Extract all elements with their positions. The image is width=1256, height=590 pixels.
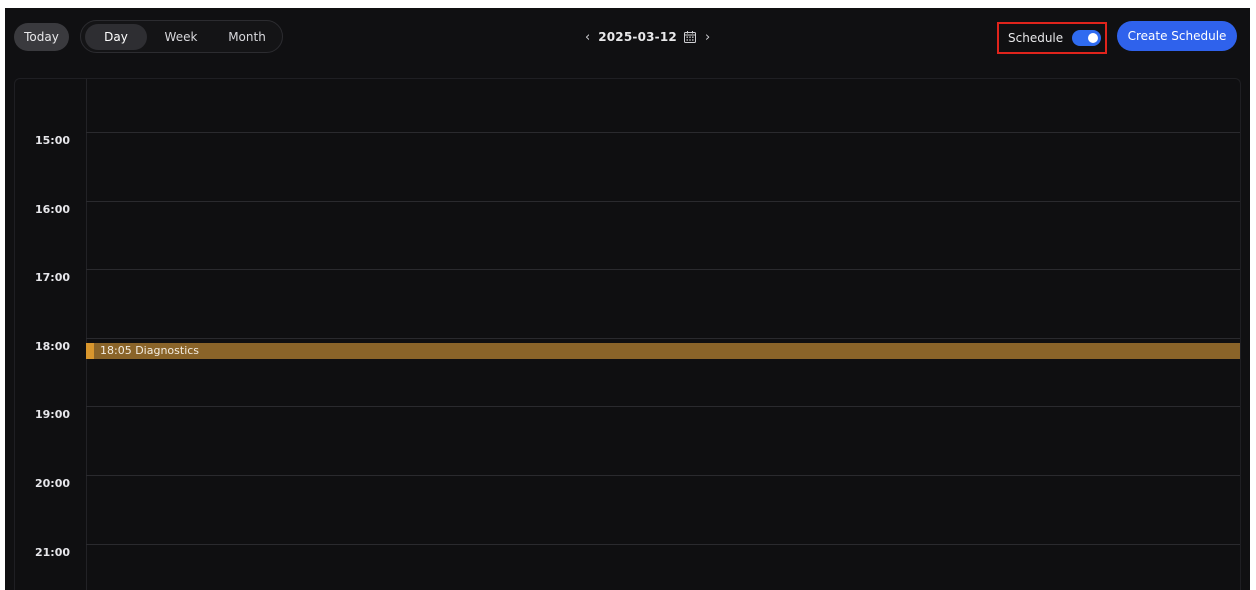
hour-line xyxy=(86,406,1240,407)
create-schedule-button[interactable]: Create Schedule xyxy=(1117,21,1237,51)
schedule-toggle-group: Schedule xyxy=(997,22,1107,54)
hour-label: 17:00 xyxy=(35,271,71,284)
hour-label: 20:00 xyxy=(35,477,71,490)
calendar-icon[interactable] xyxy=(683,30,697,44)
hour-row: 16:00 xyxy=(15,201,1240,216)
hour-label: 19:00 xyxy=(35,408,71,421)
hour-row: 21:00 xyxy=(15,544,1240,559)
hour-line xyxy=(86,544,1240,545)
hour-row: 15:00 xyxy=(15,132,1240,147)
schedule-toggle-label: Schedule xyxy=(1008,31,1064,45)
date-navigator: ‹ 2025-03-12 › xyxy=(583,26,712,48)
day-grid[interactable]: 15:00 16:00 17:00 18:00 19:00 20:00 21:0… xyxy=(14,78,1241,590)
calendar-app: Today Day Week Month ‹ 2025-03-12 › Sche… xyxy=(5,8,1250,590)
event-diagnostics[interactable]: 18:05 Diagnostics xyxy=(86,343,1240,359)
hour-line xyxy=(86,201,1240,202)
hour-row: 20:00 xyxy=(15,475,1240,490)
hour-line xyxy=(86,338,1240,339)
current-date: 2025-03-12 xyxy=(598,30,677,44)
hour-row: 19:00 xyxy=(15,406,1240,421)
hour-line xyxy=(86,269,1240,270)
schedule-toggle[interactable] xyxy=(1072,30,1102,46)
hour-label: 16:00 xyxy=(35,203,71,216)
chevron-right-icon[interactable]: › xyxy=(703,30,712,45)
tab-month[interactable]: Month xyxy=(217,24,277,50)
today-button[interactable]: Today xyxy=(14,23,69,51)
time-gutter-divider xyxy=(86,79,87,590)
tab-day[interactable]: Day xyxy=(85,24,147,50)
hour-label: 18:00 xyxy=(35,340,71,353)
hour-line xyxy=(86,475,1240,476)
hour-row: 17:00 xyxy=(15,269,1240,284)
view-switcher: Day Week Month xyxy=(80,20,283,53)
hour-row: 18:00 xyxy=(15,338,1240,353)
chevron-left-icon[interactable]: ‹ xyxy=(583,30,592,45)
hour-label: 15:00 xyxy=(35,134,71,147)
hour-label: 21:00 xyxy=(35,546,71,559)
tab-week[interactable]: Week xyxy=(153,24,209,50)
hour-line xyxy=(86,132,1240,133)
toggle-knob xyxy=(1088,33,1099,43)
